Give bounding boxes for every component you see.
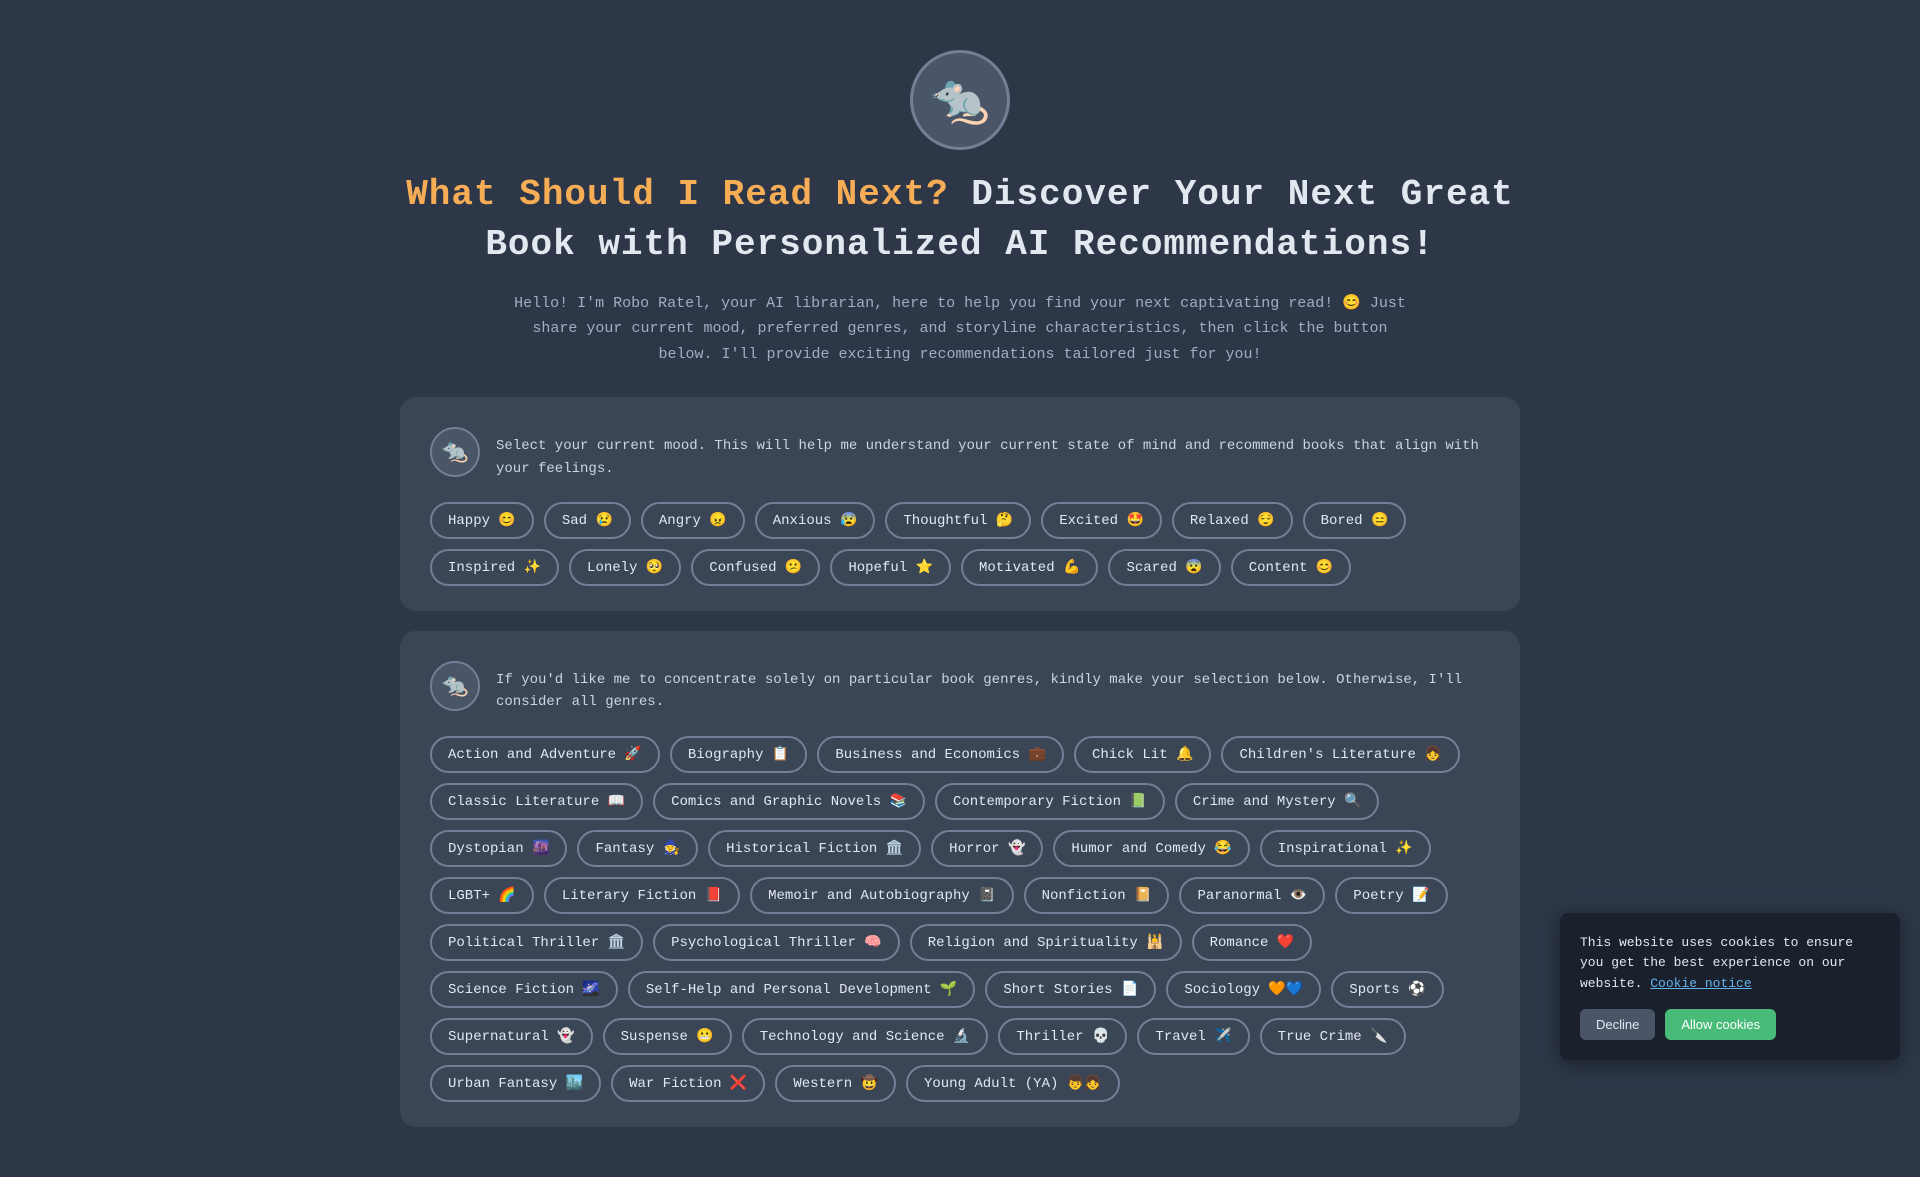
mood-tag-anxious[interactable]: Anxious 😰 [755,502,876,539]
cookie-buttons: Decline Allow cookies [1580,1009,1880,1040]
genre-tag-action-and-adventure[interactable]: Action and Adventure 🚀 [430,736,660,773]
genre-tag-young-adult-(ya)[interactable]: Young Adult (YA) 👦👧 [906,1065,1120,1102]
mood-tag-content[interactable]: Content 😊 [1231,549,1352,586]
genre-tag-memoir-and-autobiography[interactable]: Memoir and Autobiography 📓 [750,877,1013,914]
mood-tag-scared[interactable]: Scared 😨 [1108,549,1220,586]
genre-tag-true-crime[interactable]: True Crime 🔪 [1260,1018,1406,1055]
genre-tag-comics-and-graphic-novels[interactable]: Comics and Graphic Novels 📚 [653,783,925,820]
mood-tag-confused[interactable]: Confused 😕 [691,549,820,586]
genre-tag-biography[interactable]: Biography 📋 [670,736,807,773]
genre-tag-children's-literature[interactable]: Children's Literature 👧 [1221,736,1459,773]
genre-tag-romance[interactable]: Romance ❤️ [1192,924,1313,961]
genre-tag-suspense[interactable]: Suspense 😬 [603,1018,732,1055]
genre-tag-humor-and-comedy[interactable]: Humor and Comedy 😂 [1053,830,1249,867]
page-title: What Should I Read Next? Discover Your N… [400,170,1520,271]
genre-tag-business-and-economics[interactable]: Business and Economics 💼 [817,736,1064,773]
mood-avatar: 🐀 [430,427,480,477]
genre-tag-short-stories[interactable]: Short Stories 📄 [985,971,1156,1008]
genre-tag-contemporary-fiction[interactable]: Contemporary Fiction 📗 [935,783,1165,820]
mood-tag-motivated[interactable]: Motivated 💪 [961,549,1098,586]
mood-card-header: 🐀 Select your current mood. This will he… [430,427,1490,480]
header-subtitle: Hello! I'm Robo Ratel, your AI librarian… [510,291,1410,368]
mood-prompt: Select your current mood. This will help… [496,427,1490,480]
genre-tag-sports[interactable]: Sports ⚽ [1331,971,1443,1008]
mood-tag-excited[interactable]: Excited 🤩 [1041,502,1162,539]
mood-card: 🐀 Select your current mood. This will he… [400,397,1520,611]
genre-prompt: If you'd like me to concentrate solely o… [496,661,1490,714]
genre-tag-thriller[interactable]: Thriller 💀 [998,1018,1127,1055]
mood-tag-relaxed[interactable]: Relaxed 😌 [1172,502,1293,539]
genre-tag-psychological-thriller[interactable]: Psychological Thriller 🧠 [653,924,900,961]
mood-tag-bored[interactable]: Bored 😑 [1303,502,1407,539]
allow-cookies-button[interactable]: Allow cookies [1665,1009,1776,1040]
cookie-text: This website uses cookies to ensure you … [1580,933,1880,995]
genre-tag-poetry[interactable]: Poetry 📝 [1335,877,1447,914]
logo-avatar: 🐀 [910,50,1010,150]
genre-tag-science-fiction[interactable]: Science Fiction 🌌 [430,971,618,1008]
mood-tag-thoughtful[interactable]: Thoughtful 🤔 [885,502,1031,539]
genre-tag-urban-fantasy[interactable]: Urban Fantasy 🏙️ [430,1065,601,1102]
genre-tag-crime-and-mystery[interactable]: Crime and Mystery 🔍 [1175,783,1380,820]
genre-tag-paranormal[interactable]: Paranormal 👁️ [1179,877,1325,914]
mood-tag-angry[interactable]: Angry 😠 [641,502,745,539]
genre-avatar: 🐀 [430,661,480,711]
genre-tag-nonfiction[interactable]: Nonfiction 📔 [1024,877,1170,914]
cookie-banner: This website uses cookies to ensure you … [1560,913,1900,1060]
genre-tag-travel[interactable]: Travel ✈️ [1137,1018,1249,1055]
cookie-notice-link[interactable]: Cookie notice [1650,976,1751,991]
mood-tags: Happy 😊 Sad 😢 Angry 😠 Anxious 😰Thoughtful 🤔… [430,502,1490,586]
mood-tag-inspired[interactable]: Inspired ✨ [430,549,559,586]
mood-tag-happy[interactable]: Happy 😊 [430,502,534,539]
genre-tag-literary-fiction[interactable]: Literary Fiction 📕 [544,877,740,914]
title-highlight: What Should I Read Next? [406,174,948,215]
genre-tag-self-help-and-personal-development[interactable]: Self-Help and Personal Development 🌱 [628,971,975,1008]
genre-tag-supernatural[interactable]: Supernatural 👻 [430,1018,593,1055]
mood-tag-hopeful[interactable]: Hopeful ⭐ [830,549,951,586]
genre-tag-fantasy[interactable]: Fantasy 🧙 [577,830,698,867]
genre-tag-political-thriller[interactable]: Political Thriller 🏛️ [430,924,643,961]
genre-tag-inspirational[interactable]: Inspirational ✨ [1260,830,1431,867]
genre-card: 🐀 If you'd like me to concentrate solely… [400,631,1520,1127]
genre-tag-sociology[interactable]: Sociology 🧡💙 [1166,971,1321,1008]
header: 🐀 What Should I Read Next? Discover Your… [400,30,1520,397]
genre-card-header: 🐀 If you'd like me to concentrate solely… [430,661,1490,714]
genre-tag-technology-and-science[interactable]: Technology and Science 🔬 [742,1018,989,1055]
genre-tag-horror[interactable]: Horror 👻 [931,830,1043,867]
genre-tag-chick-lit[interactable]: Chick Lit 🔔 [1074,736,1211,773]
mood-tag-sad[interactable]: Sad 😢 [544,502,631,539]
genre-tag-western[interactable]: Western 🤠 [775,1065,896,1102]
genre-tag-war-fiction[interactable]: War Fiction ❌ [611,1065,765,1102]
genre-tag-religion-and-spirituality[interactable]: Religion and Spirituality 🕌 [910,924,1182,961]
genre-tag-dystopian[interactable]: Dystopian 🌆 [430,830,567,867]
decline-button[interactable]: Decline [1580,1009,1655,1040]
genre-tags: Action and Adventure 🚀 Biography 📋 Busines… [430,736,1490,1102]
genre-tag-classic-literature[interactable]: Classic Literature 📖 [430,783,643,820]
genre-tag-historical-fiction[interactable]: Historical Fiction 🏛️ [708,830,921,867]
genre-tag-lgbt-[interactable]: LGBT+ 🌈 [430,877,534,914]
mood-tag-lonely[interactable]: Lonely 🥺 [569,549,681,586]
